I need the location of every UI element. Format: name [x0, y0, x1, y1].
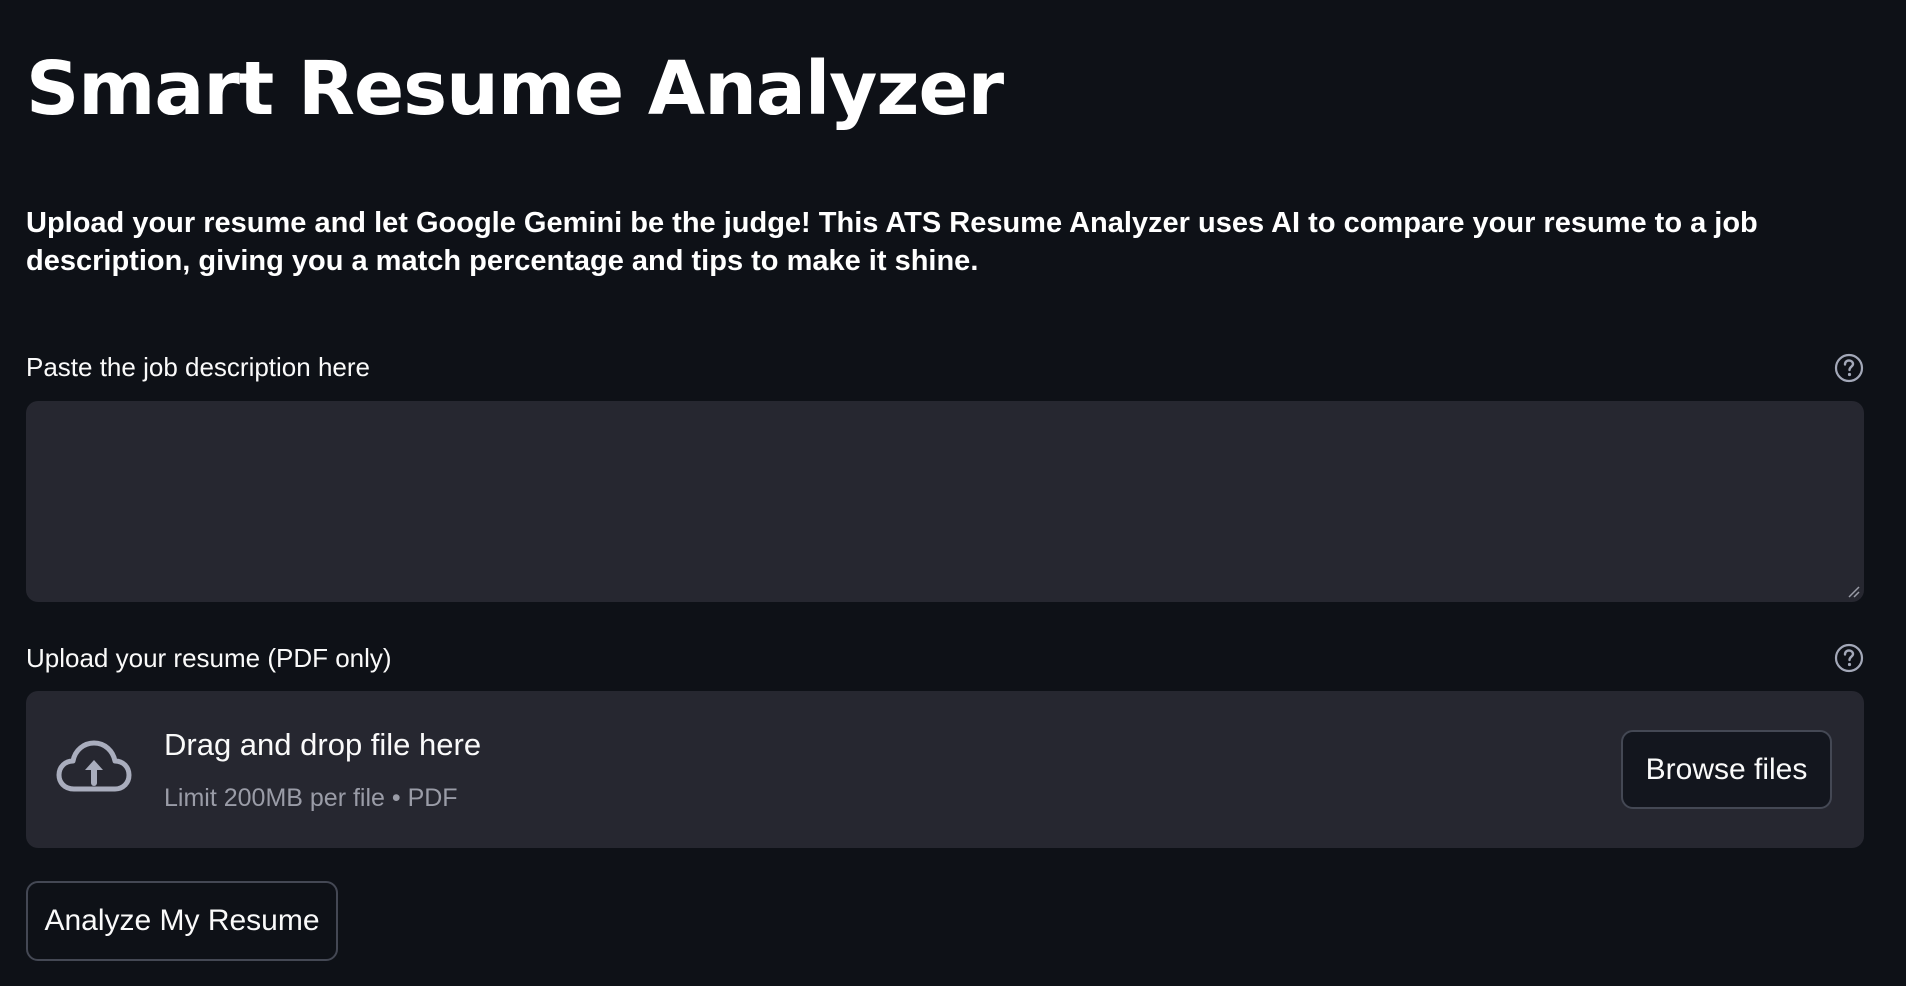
page-title: Smart Resume Analyzer [26, 46, 1004, 132]
browse-files-button[interactable]: Browse files [1621, 730, 1832, 809]
job-description-label: Paste the job description here [26, 352, 370, 382]
resize-handle-icon[interactable] [1846, 584, 1860, 598]
dropzone-instructions: Drag and drop file here [164, 727, 482, 762]
cloud-upload-icon [56, 739, 132, 795]
analyze-resume-button[interactable]: Analyze My Resume [26, 881, 338, 961]
dropzone-file-limit: Limit 200MB per file • PDF [164, 784, 458, 812]
resume-upload-label: Upload your resume (PDF only) [26, 643, 392, 673]
job-description-textarea[interactable] [26, 401, 1864, 602]
page-description: Upload your resume and let Google Gemini… [26, 207, 1758, 277]
file-dropzone[interactable]: Drag and drop file here Limit 200MB per … [26, 691, 1864, 848]
question-circle-icon[interactable] [1834, 643, 1864, 673]
question-circle-icon[interactable] [1834, 353, 1864, 383]
